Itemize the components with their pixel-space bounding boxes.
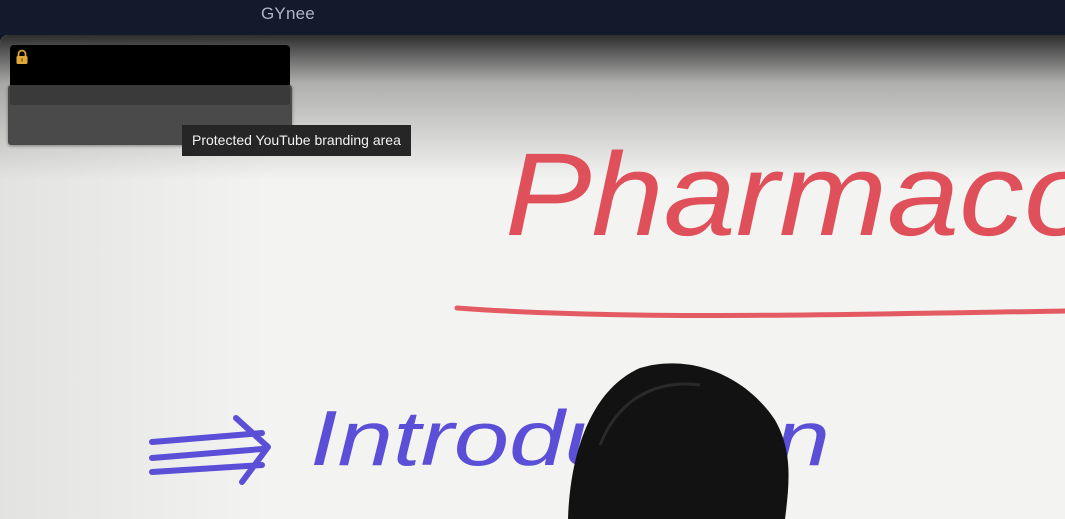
branding-black-panel [10,45,290,87]
video-player[interactable]: Pharmacol Introduction Protected YouTube… [0,35,1065,519]
top-bar: GYnee [0,0,1065,35]
branding-grey-strip [10,85,290,105]
board-heading: Pharmacol [505,129,1065,261]
branding-tooltip: Protected YouTube branding area [182,125,411,156]
lock-icon [16,49,28,64]
board-underline [454,305,1065,319]
board-arrow [149,415,271,485]
channel-name[interactable]: GYnee [261,4,315,24]
